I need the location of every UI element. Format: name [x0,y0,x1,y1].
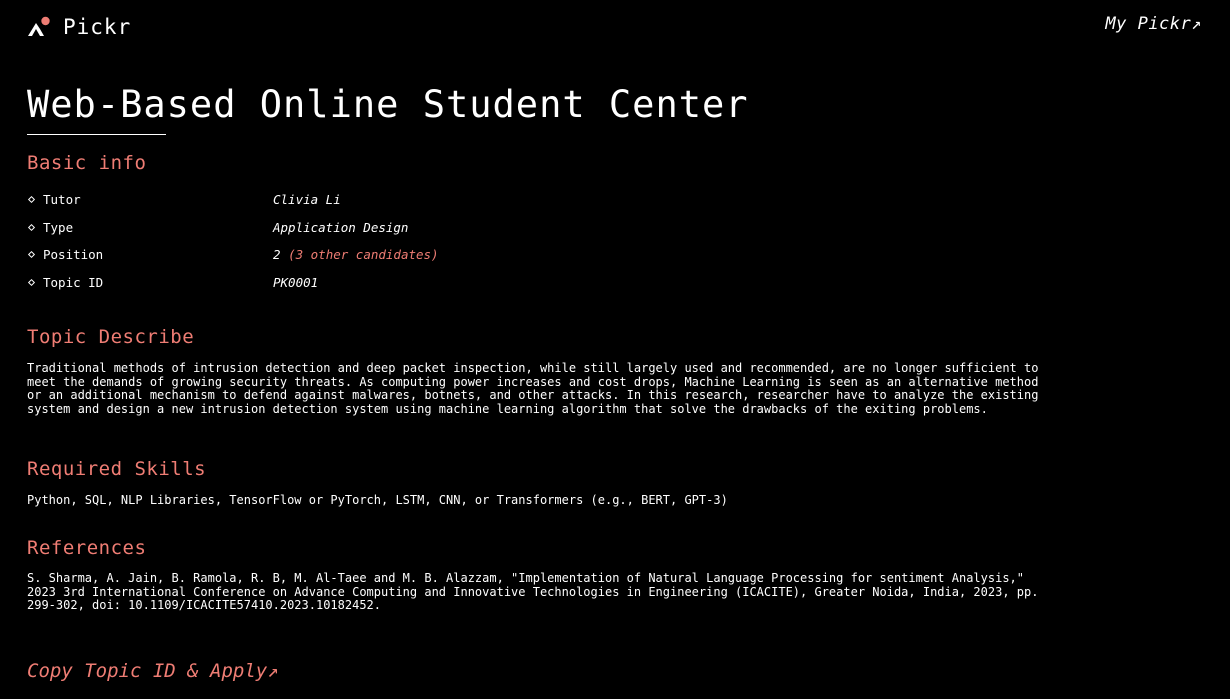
brand-name: Pickr [63,15,132,39]
basic-info-heading: Basic info [27,152,147,174]
info-value: Application Design [273,219,409,235]
references-text: S. Sharma, A. Jain, B. Ramola, R. B, M. … [27,571,1039,612]
diamond-bullet-icon [27,251,36,259]
brand[interactable]: Pickr [27,15,131,39]
page: Pickr My Pickr↗ Web-Based Online Student… [0,0,1230,699]
references-heading: References [27,537,147,559]
page-title: Web-Based Online Student Center [27,83,749,126]
info-key-label: Position [43,247,104,263]
basic-info-list: Tutor Clivia Li Type Application Design … [27,186,727,296]
diamond-bullet-icon [27,278,36,286]
topic-description: Traditional methods of intrusion detecti… [27,361,1039,416]
candidates-note: (3 other candidates) [288,247,439,263]
info-row-position: Position 2 (3 other candidates) [27,241,727,269]
my-pickr-link[interactable]: My Pickr↗ [1105,14,1202,34]
info-row-tutor: Tutor Clivia Li [27,186,727,214]
pickr-logo-icon [28,16,50,36]
info-row-topic-id: Topic ID PK0001 [27,269,727,297]
required-skills-heading: Required Skills [27,458,207,480]
info-key-label: Type [43,219,74,235]
info-key-label: Tutor [43,192,81,208]
info-value: Clivia Li [273,192,341,208]
info-value: 2 [273,247,281,263]
title-underline [27,134,166,135]
info-value: PK0001 [273,274,319,290]
info-row-type: Type Application Design [27,214,727,242]
diamond-bullet-icon [27,196,36,204]
info-key-label: Topic ID [43,274,104,290]
diamond-bullet-icon [27,223,36,231]
copy-topic-id-apply-link[interactable]: Copy Topic ID & Apply↗ [27,660,279,682]
required-skills-text: Python, SQL, NLP Libraries, TensorFlow o… [27,493,728,507]
topic-describe-heading: Topic Describe [27,326,195,348]
